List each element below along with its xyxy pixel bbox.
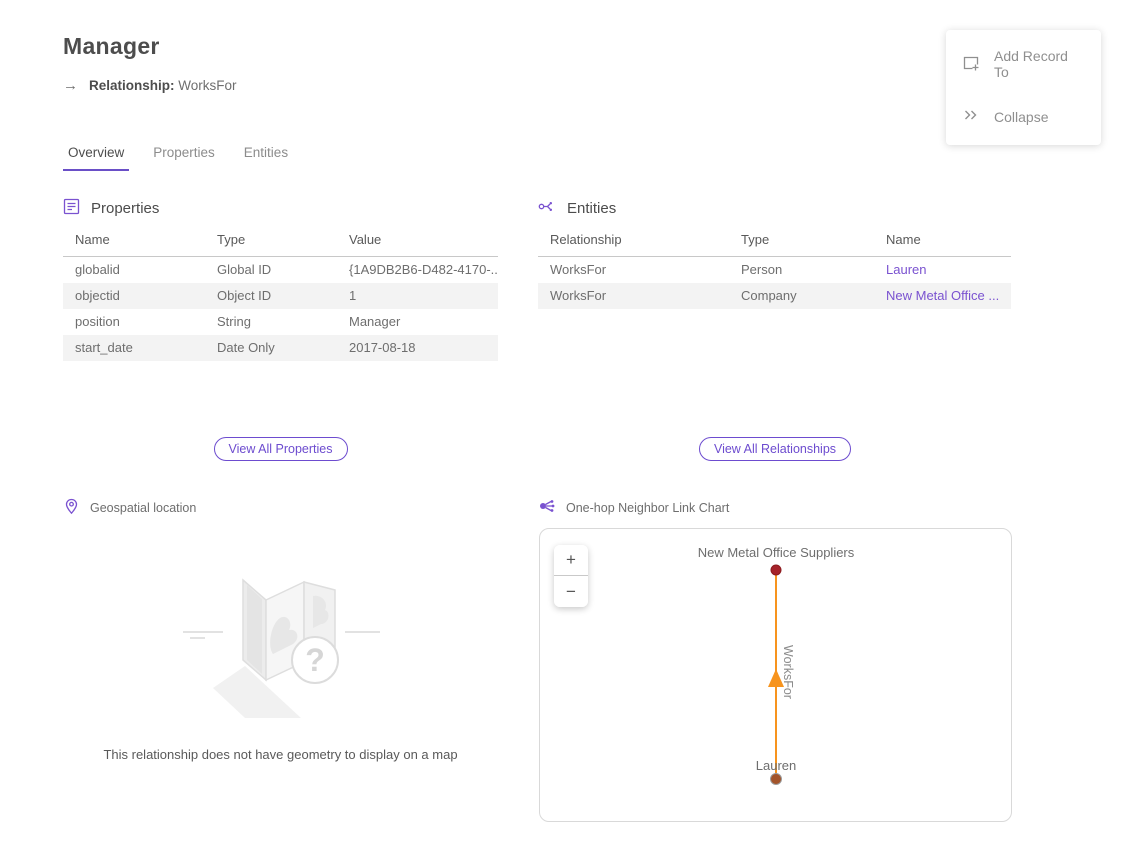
link-chart-canvas: + − WorksFor New Metal Office Suppliers … [539,528,1012,822]
geospatial-section-heading: Geospatial location [64,498,196,518]
record-type-value: WorksFor [178,78,236,93]
link-chart-section-heading: One-hop Neighbor Link Chart [538,498,729,517]
col-header-name: Name [874,228,1011,257]
top-node[interactable] [771,565,781,575]
link-chart-icon [538,498,555,517]
entities-header-row: Relationship Type Name [538,228,1011,257]
top-node-label: New Metal Office Suppliers [698,545,855,560]
entity-link[interactable]: New Metal Office ... [874,283,1011,309]
link-chart-section-title: One-hop Neighbor Link Chart [566,501,729,515]
menu-item-add-record-to[interactable]: Add Record To [946,35,1101,93]
tab-overview[interactable]: Overview [63,145,129,171]
question-mark-glyph: ? [305,642,325,678]
cell-value: 2017-08-18 [337,335,498,361]
relationship-arrow-icon: → [63,77,78,94]
cell-value: Manager [337,309,498,335]
col-header-name: Name [63,228,205,257]
zoom-out-button[interactable]: − [554,576,588,607]
col-header-relationship: Relationship [538,228,729,257]
cell-type: Company [729,283,874,309]
tab-bar: Overview Properties Entities [68,145,288,171]
record-type-label: Relationship: [89,78,175,93]
record-type: Relationship: WorksFor [89,78,237,93]
table-row: globalid Global ID {1A9DB2B6-D482-4170-.… [63,257,498,283]
col-header-type: Type [205,228,337,257]
cell-type: Global ID [205,257,337,283]
properties-table: Name Type Value globalid Global ID {1A9D… [63,228,498,361]
zoom-control: + − [554,545,588,607]
table-row: position String Manager [63,309,498,335]
link-chart-graph: WorksFor New Metal Office Suppliers Laur… [540,529,1011,821]
view-all-properties-row: View All Properties [63,437,498,461]
cell-relationship: WorksFor [538,283,729,309]
cell-relationship: WorksFor [538,257,729,283]
table-row: WorksFor Company New Metal Office ... [538,283,1011,309]
cell-name: globalid [63,257,205,283]
entities-section-title: Entities [567,200,616,217]
tab-properties[interactable]: Properties [153,145,215,171]
entity-link[interactable]: Lauren [874,257,1011,283]
menu-item-label: Add Record To [994,48,1085,80]
cell-name: position [63,309,205,335]
context-menu: Add Record To Collapse [946,30,1101,145]
record-overview-page: Manager → Relationship: WorksFor Add Rec… [0,0,1134,863]
view-all-relationships-row: View All Relationships [538,437,1012,461]
col-header-value: Value [337,228,498,257]
properties-header-row: Name Type Value [63,228,498,257]
cell-name: start_date [63,335,205,361]
col-header-type: Type [729,228,874,257]
zoom-in-button[interactable]: + [554,545,588,576]
properties-section-title: Properties [91,200,159,217]
entities-section-heading: Entities [538,198,616,219]
cell-name: objectid [63,283,205,309]
menu-item-collapse[interactable]: Collapse [946,93,1101,140]
map-pin-icon [64,498,79,518]
cell-type: String [205,309,337,335]
properties-icon [63,198,80,219]
empty-map-illustration: ? [63,548,498,738]
cell-type: Object ID [205,283,337,309]
properties-section-heading: Properties [63,198,159,219]
view-all-relationships-button[interactable]: View All Relationships [699,437,851,461]
edge-label: WorksFor [781,645,795,699]
view-all-properties-button[interactable]: View All Properties [214,437,348,461]
cell-value: {1A9DB2B6-D482-4170-... [337,257,498,283]
table-row: objectid Object ID 1 [63,283,498,309]
no-geometry-message: This relationship does not have geometry… [63,747,498,762]
entities-table: Relationship Type Name WorksFor Person L… [538,228,1011,309]
geospatial-section-title: Geospatial location [90,501,196,515]
record-type-line: → Relationship: WorksFor [63,77,237,94]
add-record-icon [962,54,980,75]
entities-icon [538,198,556,219]
page-title: Manager [63,33,160,60]
bottom-node-label: Lauren [756,758,796,773]
tab-entities[interactable]: Entities [244,145,288,171]
cell-type: Date Only [205,335,337,361]
cell-value: 1 [337,283,498,309]
table-row: WorksFor Person Lauren [538,257,1011,283]
bottom-node[interactable] [771,774,782,785]
table-row: start_date Date Only 2017-08-18 [63,335,498,361]
double-chevron-right-icon [962,106,980,127]
cell-type: Person [729,257,874,283]
menu-item-label: Collapse [994,109,1048,125]
